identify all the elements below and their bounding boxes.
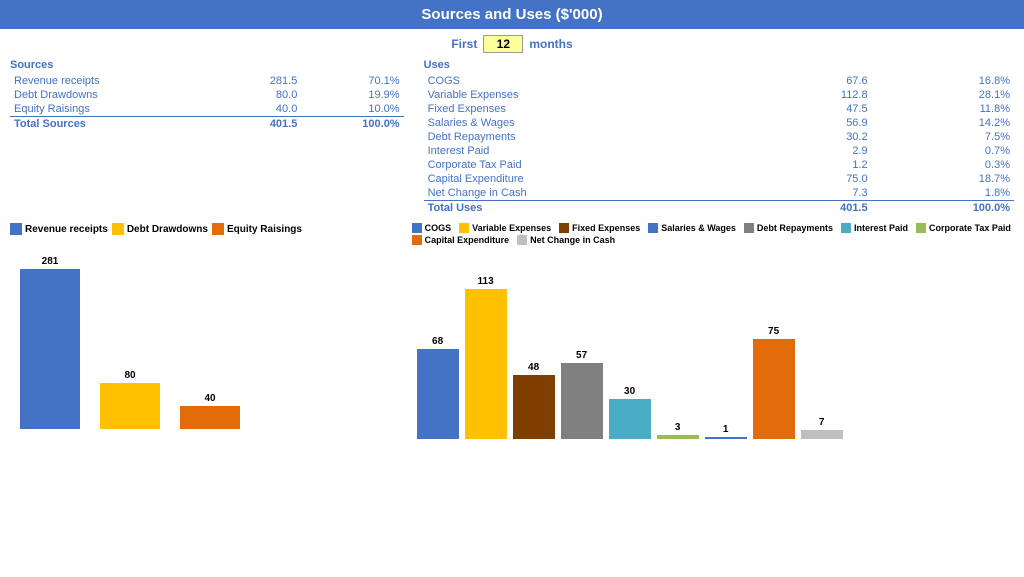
- bar: [705, 437, 747, 439]
- bar: [801, 430, 843, 439]
- legend-item: Net Change in Cash: [517, 235, 615, 245]
- bar: [561, 363, 603, 439]
- bar: [180, 406, 240, 429]
- bar-group: 7: [801, 417, 843, 439]
- bar-group: 40: [180, 393, 240, 429]
- uses-total-pct: 100.0%: [872, 201, 1014, 216]
- bar-group: 80: [100, 370, 160, 429]
- legend-color: [412, 223, 422, 233]
- months-row: First months: [0, 29, 1024, 59]
- table-row: Debt Drawdowns80.019.9%: [10, 88, 404, 102]
- sources-section: Sources Revenue receipts281.570.1%Debt D…: [10, 59, 424, 215]
- bar-group: 75: [753, 326, 795, 439]
- bar-group: 68: [417, 336, 459, 439]
- sources-total-pct: 100.0%: [301, 117, 403, 132]
- bar: [20, 269, 80, 429]
- legend-color: [10, 223, 22, 235]
- months-input[interactable]: [483, 35, 523, 53]
- table-row: Fixed Expenses47.511.8%: [424, 102, 1014, 116]
- legend-item: Capital Expenditure: [412, 235, 510, 245]
- bar-group: 3: [657, 422, 699, 439]
- bar: [465, 289, 507, 439]
- bar-group: 30: [609, 386, 651, 439]
- legend-item: COGS: [412, 223, 452, 233]
- table-row: Capital Expenditure75.018.7%: [424, 172, 1014, 186]
- table-row: Equity Raisings40.010.0%: [10, 102, 404, 117]
- sources-bars: 281 80 40: [10, 239, 412, 429]
- bar-group: 1: [705, 424, 747, 439]
- legend-item: Fixed Expenses: [559, 223, 640, 233]
- bar-group: 281: [20, 256, 80, 429]
- legend-color: [112, 223, 124, 235]
- sources-legend: Revenue receipts Debt Drawdowns Equity Rai…: [10, 223, 412, 235]
- table-row: Net Change in Cash7.31.8%: [424, 186, 1014, 201]
- legend-item: Corporate Tax Paid: [916, 223, 1011, 233]
- bar-group: 48: [513, 362, 555, 439]
- table-row: COGS67.616.8%: [424, 74, 1014, 88]
- legend-item: Debt Drawdowns: [112, 223, 208, 235]
- uses-bars: 68 113 48 57 30 3 1 75 7: [412, 249, 1014, 439]
- bar: [513, 375, 555, 439]
- table-row: Revenue receipts281.570.1%: [10, 74, 404, 88]
- legend-item: Interest Paid: [841, 223, 908, 233]
- bar: [100, 383, 160, 429]
- sources-table: Revenue receipts281.570.1%Debt Drawdowns…: [10, 74, 404, 131]
- bar-group: 113: [465, 276, 507, 439]
- bar: [609, 399, 651, 439]
- uses-section: Uses COGS67.616.8%Variable Expenses112.8…: [424, 59, 1014, 215]
- table-row: Variable Expenses112.828.1%: [424, 88, 1014, 102]
- legend-color: [559, 223, 569, 233]
- sources-chart: Revenue receipts Debt Drawdowns Equity Rai…: [10, 223, 412, 439]
- legend-item: Revenue receipts: [10, 223, 108, 235]
- legend-color: [916, 223, 926, 233]
- table-row: Salaries & Wages56.914.2%: [424, 116, 1014, 130]
- legend-color: [459, 223, 469, 233]
- table-row: Interest Paid2.90.7%: [424, 144, 1014, 158]
- legend-color: [744, 223, 754, 233]
- sources-title: Sources: [10, 59, 404, 71]
- uses-total-value: 401.5: [760, 201, 872, 216]
- uses-chart: COGS Variable Expenses Fixed Expenses Salar…: [412, 223, 1014, 439]
- sources-total-value: 401.5: [221, 117, 301, 132]
- bar: [417, 349, 459, 439]
- table-row: Debt Repayments30.27.5%: [424, 130, 1014, 144]
- legend-color: [212, 223, 224, 235]
- uses-total-label: Total Uses: [424, 201, 760, 216]
- table-row: Corporate Tax Paid1.20.3%: [424, 158, 1014, 172]
- legend-item: Variable Expenses: [459, 223, 551, 233]
- sources-total-label: Total Sources: [10, 117, 221, 132]
- uses-title: Uses: [424, 59, 1014, 71]
- legend-color: [648, 223, 658, 233]
- legend-item: Salaries & Wages: [648, 223, 736, 233]
- legend-color: [841, 223, 851, 233]
- uses-legend: COGS Variable Expenses Fixed Expenses Salar…: [412, 223, 1014, 245]
- legend-color: [517, 235, 527, 245]
- header: Sources and Uses ($'000): [0, 0, 1024, 29]
- legend-color: [412, 235, 422, 245]
- bar: [753, 339, 795, 439]
- legend-item: Debt Repayments: [744, 223, 833, 233]
- bar-group: 57: [561, 350, 603, 439]
- bar: [657, 435, 699, 439]
- uses-table: COGS67.616.8%Variable Expenses112.828.1%…: [424, 74, 1014, 215]
- legend-item: Equity Raisings: [212, 223, 302, 235]
